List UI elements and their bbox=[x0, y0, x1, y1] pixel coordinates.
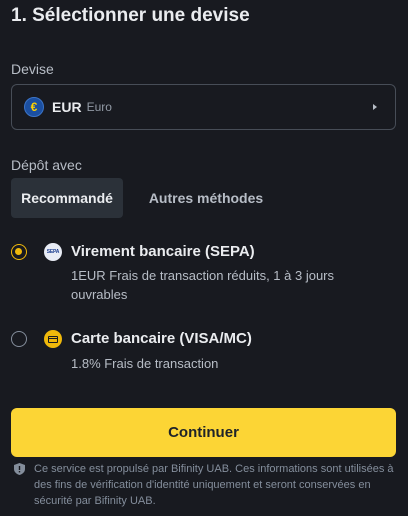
euro-icon: € bbox=[24, 97, 44, 117]
tab-recommended[interactable]: Recommandé bbox=[11, 178, 123, 218]
tab-other-methods[interactable]: Autres méthodes bbox=[139, 178, 273, 218]
radio-sepa[interactable] bbox=[11, 244, 27, 260]
credit-card-icon bbox=[44, 330, 62, 348]
chevron-right-icon bbox=[373, 104, 377, 110]
currency-select[interactable]: € EUR Euro bbox=[11, 84, 396, 130]
deposit-section-label: Dépôt avec bbox=[11, 157, 82, 173]
sepa-icon-text: SEPA bbox=[46, 249, 60, 255]
method-title-sepa[interactable]: Virement bancaire (SEPA) bbox=[71, 242, 255, 262]
method-desc-card: 1.8% Frais de transaction bbox=[71, 356, 219, 371]
method-desc-sepa: 1EUR Frais de transaction réduits, 1 à 3… bbox=[71, 268, 335, 302]
continue-button[interactable]: Continuer bbox=[11, 408, 396, 457]
currency-code: EUR bbox=[52, 99, 82, 115]
currency-section-label: Devise bbox=[11, 61, 54, 77]
method-title-card[interactable]: Carte bancaire (VISA/MC) bbox=[71, 329, 252, 349]
shield-icon bbox=[14, 463, 25, 475]
sepa-icon: SEPA bbox=[44, 243, 62, 261]
currency-name: Euro bbox=[86, 100, 112, 114]
page-title: 1. Sélectionner une devise bbox=[11, 5, 250, 26]
service-notice: Ce service est propulsé par Bifinity UAB… bbox=[34, 463, 394, 507]
radio-card[interactable] bbox=[11, 331, 27, 347]
